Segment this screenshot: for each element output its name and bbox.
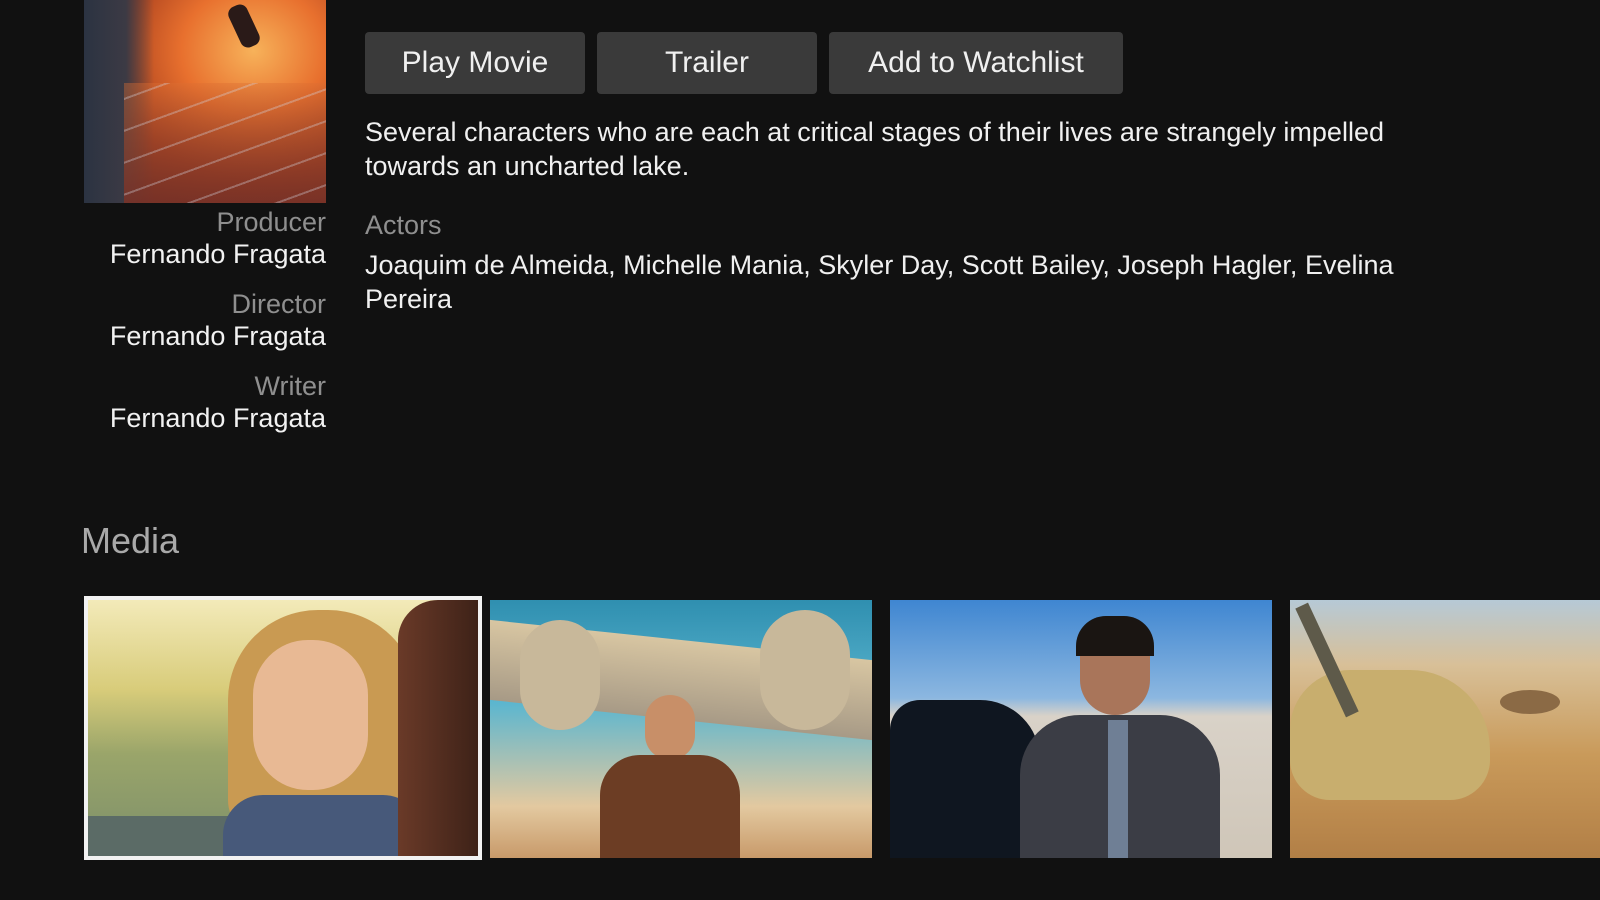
action-buttons: Play Movie Trailer Add to Watchlist xyxy=(365,32,1123,94)
writer-name: Fernando Fragata xyxy=(109,403,326,433)
play-movie-button[interactable]: Play Movie xyxy=(365,32,585,94)
thumb-hair xyxy=(1076,616,1154,656)
media-thumb-man-phone-plane[interactable] xyxy=(490,600,872,858)
thumb-tie xyxy=(1108,720,1128,858)
add-to-watchlist-button[interactable]: Add to Watchlist xyxy=(829,32,1123,94)
thumb-second-person xyxy=(398,600,478,856)
media-section-title: Media xyxy=(81,520,180,561)
media-thumb-man-suit-desert[interactable] xyxy=(890,600,1272,858)
thumb-car xyxy=(890,700,1040,858)
thumb-body xyxy=(600,755,740,858)
synopsis-text: Several characters who are each at criti… xyxy=(365,117,1384,181)
director-label: Director xyxy=(231,289,326,319)
thumb-man xyxy=(1020,616,1220,858)
movie-poster xyxy=(84,0,326,203)
trailer-button[interactable]: Trailer xyxy=(597,32,817,94)
movie-details-page: Producer Fernando Fragata Director Ferna… xyxy=(0,0,1600,900)
actors-list: Joaquim de Almeida, Michelle Mania, Skyl… xyxy=(365,250,1394,314)
media-strip xyxy=(84,596,1600,862)
thumb-shirt xyxy=(223,795,423,856)
producer-name: Fernando Fragata xyxy=(109,239,326,269)
thumb-fuselage xyxy=(1290,670,1490,800)
thumb-crater xyxy=(1500,690,1560,714)
media-thumb-woman-car[interactable] xyxy=(84,596,482,860)
thumb-face xyxy=(253,640,368,790)
director-name: Fernando Fragata xyxy=(109,321,326,351)
thumb-man xyxy=(590,695,750,858)
poster-ground xyxy=(124,83,326,203)
actors-label: Actors xyxy=(365,210,442,240)
credits-column: Producer Fernando Fragata Director Ferna… xyxy=(84,205,326,453)
media-thumb-plane-wreck[interactable] xyxy=(1290,600,1600,858)
producer-label: Producer xyxy=(216,207,326,237)
thumb-engine xyxy=(760,610,850,730)
writer-label: Writer xyxy=(254,371,327,401)
thumb-head xyxy=(645,695,695,760)
thumb-engine xyxy=(520,620,600,730)
